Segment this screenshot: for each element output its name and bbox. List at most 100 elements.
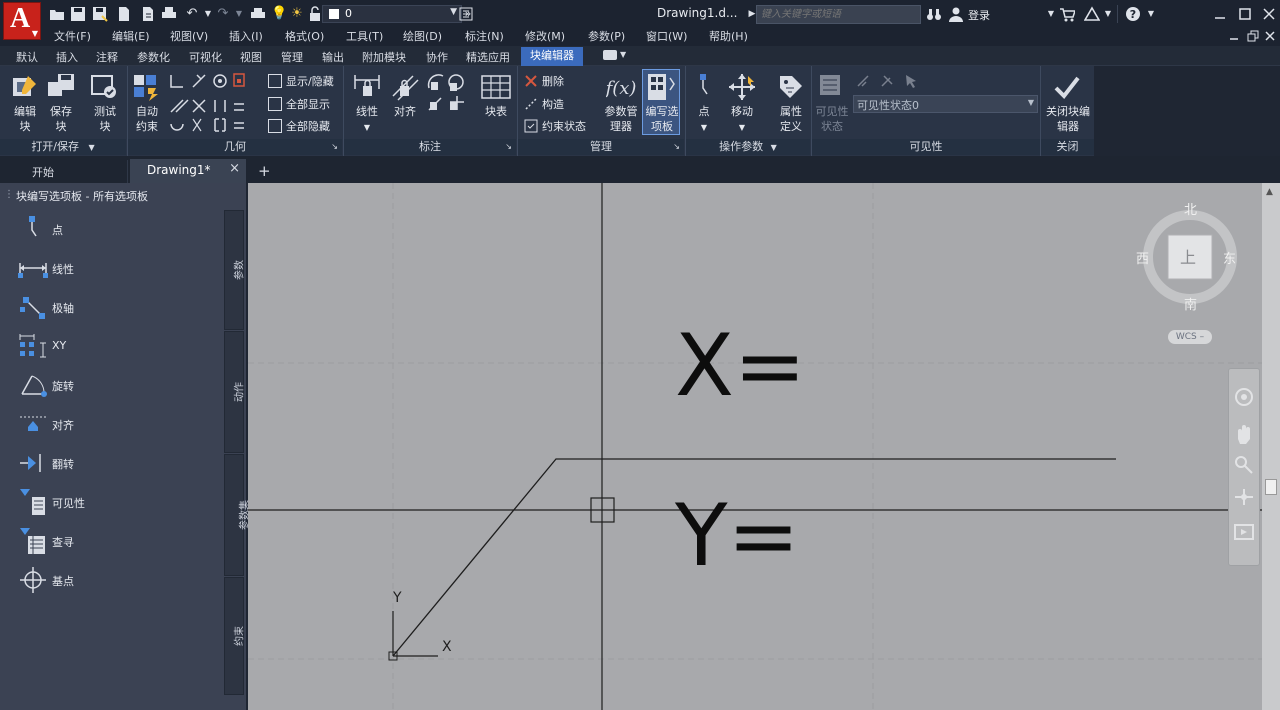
- menu-insert[interactable]: 插入(I): [229, 29, 263, 44]
- visibility-state-select[interactable]: 可见性状态0 ▼: [853, 95, 1038, 113]
- save-icon[interactable]: [70, 6, 86, 22]
- viewcube-east[interactable]: 东: [1223, 248, 1236, 267]
- login-link[interactable]: 登录: [968, 7, 990, 23]
- doc-close-icon[interactable]: [1264, 30, 1276, 42]
- hide-all-button[interactable]: 全部隐藏: [268, 118, 330, 134]
- move-action-label[interactable]: 移动 ▼: [724, 104, 760, 135]
- move-action-icon[interactable]: [726, 72, 758, 102]
- menu-file[interactable]: 文件(F): [54, 29, 91, 44]
- tab-output[interactable]: 输出: [322, 49, 344, 65]
- constraint-status-button[interactable]: 约束状态: [524, 118, 586, 134]
- manage-panel-footer[interactable]: 管理 ↘: [518, 139, 684, 155]
- palette-item-point[interactable]: 点: [18, 214, 218, 244]
- menu-format[interactable]: 格式(O): [285, 29, 324, 44]
- palette-item-flip[interactable]: 翻转: [18, 448, 218, 478]
- expand-toolbar-icon[interactable]: »: [460, 6, 476, 22]
- menu-dimension[interactable]: 标注(N): [465, 29, 504, 44]
- login-dropdown-icon[interactable]: ▼: [1043, 6, 1059, 22]
- showmotion-icon[interactable]: [1228, 520, 1258, 560]
- ribbon-toggle-dropdown-icon[interactable]: ▼: [620, 50, 626, 59]
- menu-tools[interactable]: 工具(T): [346, 29, 383, 44]
- wcs-menu[interactable]: WCS –: [1168, 330, 1212, 344]
- tab-close-icon[interactable]: ×: [229, 161, 240, 176]
- layer-lock-icon[interactable]: [307, 6, 323, 22]
- menu-help[interactable]: 帮助(H): [709, 29, 748, 44]
- palette-item-linear[interactable]: 线性: [18, 253, 218, 283]
- tab-start[interactable]: 开始: [0, 160, 128, 183]
- save-web-icon[interactable]: [140, 6, 156, 22]
- close-block-editor-icon[interactable]: [1053, 74, 1081, 102]
- tab-block-editor[interactable]: 块编辑器: [521, 47, 583, 66]
- close-block-editor-label[interactable]: 关闭块编辑器: [1042, 104, 1094, 134]
- palette-grip-icon[interactable]: ⋮: [4, 189, 14, 200]
- open-save-panel-footer[interactable]: 打开/保存 ▼: [0, 139, 126, 155]
- aligned-dimension-icon[interactable]: [390, 72, 420, 102]
- tab-drawing1[interactable]: Drawing1* ×: [130, 159, 246, 183]
- open-icon[interactable]: [49, 6, 65, 22]
- redo-icon[interactable]: ↷: [215, 6, 231, 22]
- search-field[interactable]: [757, 6, 920, 23]
- save-as-icon[interactable]: [92, 6, 108, 22]
- maximize-icon[interactable]: [1237, 6, 1253, 22]
- construct-button[interactable]: 构造: [524, 96, 564, 112]
- palette-tab-constraints[interactable]: 约束: [224, 577, 246, 695]
- steering-wheel-icon[interactable]: [1228, 372, 1258, 414]
- menu-modify[interactable]: 修改(M): [525, 29, 565, 44]
- redo-dropdown-icon[interactable]: ▼: [231, 6, 247, 22]
- tab-featured-apps[interactable]: 精选应用: [466, 49, 510, 65]
- edit-block-icon[interactable]: [10, 72, 40, 102]
- show-hide-button[interactable]: 显示/隐藏: [268, 73, 334, 89]
- linear-dimension-icon[interactable]: [352, 72, 382, 102]
- visibility-panel-footer[interactable]: 可见性: [812, 139, 1040, 155]
- block-table-label[interactable]: 块表: [478, 104, 514, 119]
- attribute-definition-icon[interactable]: [776, 72, 806, 102]
- auto-constrain-label[interactable]: 自动约束: [130, 104, 164, 134]
- linear-dimension-label[interactable]: 线性 ▼: [350, 104, 384, 135]
- menu-draw[interactable]: 绘图(D): [403, 29, 442, 44]
- open-web-icon[interactable]: [116, 6, 132, 22]
- block-table-icon[interactable]: [481, 74, 511, 102]
- close-app-icon[interactable]: [1261, 6, 1277, 22]
- menu-edit[interactable]: 编辑(E): [112, 29, 150, 44]
- scroll-thumb[interactable]: [1265, 479, 1277, 495]
- palette-item-polar[interactable]: 极轴: [18, 292, 218, 322]
- pan-icon[interactable]: [1228, 418, 1258, 452]
- plot-icon[interactable]: [161, 6, 177, 22]
- help-icon[interactable]: ?: [1125, 6, 1141, 22]
- palette-tab-actions[interactable]: 动作: [224, 331, 246, 453]
- test-block-icon[interactable]: [90, 72, 120, 102]
- tab-visualize[interactable]: 可视化: [189, 49, 222, 65]
- viewcube-west[interactable]: 西: [1136, 248, 1149, 267]
- orbit-icon[interactable]: [1228, 486, 1258, 520]
- plot-quick-icon[interactable]: [250, 6, 266, 22]
- scroll-up-icon[interactable]: ▲: [1266, 187, 1273, 197]
- attribute-definition-label[interactable]: 属性定义: [772, 104, 810, 134]
- show-all-button[interactable]: 全部显示: [268, 96, 330, 112]
- search-input[interactable]: [756, 5, 921, 24]
- vertical-scrollbar[interactable]: ▲: [1262, 183, 1280, 710]
- minimize-icon[interactable]: [1212, 6, 1228, 22]
- tab-parametric[interactable]: 参数化: [137, 49, 170, 65]
- save-block-label[interactable]: 保存块: [44, 104, 78, 134]
- tab-addins[interactable]: 附加模块: [362, 49, 406, 65]
- user-icon[interactable]: [948, 6, 964, 22]
- palette-item-xy[interactable]: XY: [18, 331, 218, 361]
- menu-view[interactable]: 视图(V): [170, 29, 208, 44]
- geometric-constraint-icons[interactable]: [168, 72, 252, 136]
- zoom-icon[interactable]: [1228, 452, 1258, 486]
- menu-window[interactable]: 窗口(W): [646, 29, 687, 44]
- palette-tab-parameters[interactable]: 参数: [224, 210, 246, 330]
- viewcube[interactable]: 北 南 东 西 上: [1136, 202, 1240, 313]
- doc-restore-icon[interactable]: [1247, 30, 1259, 42]
- ribbon-toggle-icon[interactable]: [603, 50, 617, 60]
- application-menu-button[interactable]: A ▼: [3, 2, 41, 40]
- autodesk-a360-icon[interactable]: [1083, 6, 1101, 22]
- tab-collaborate[interactable]: 协作: [426, 49, 448, 65]
- point-parameter-icon[interactable]: [694, 72, 718, 102]
- layer-sun-icon[interactable]: ☀: [289, 6, 305, 22]
- close-panel-footer[interactable]: 关闭: [1041, 139, 1094, 155]
- palette-item-lookup[interactable]: 查寻: [18, 526, 218, 556]
- point-parameter-label[interactable]: 点 ▼: [690, 104, 718, 135]
- palette-item-visibility[interactable]: 可见性: [18, 487, 218, 517]
- palette-item-rotation[interactable]: 旋转: [18, 370, 218, 400]
